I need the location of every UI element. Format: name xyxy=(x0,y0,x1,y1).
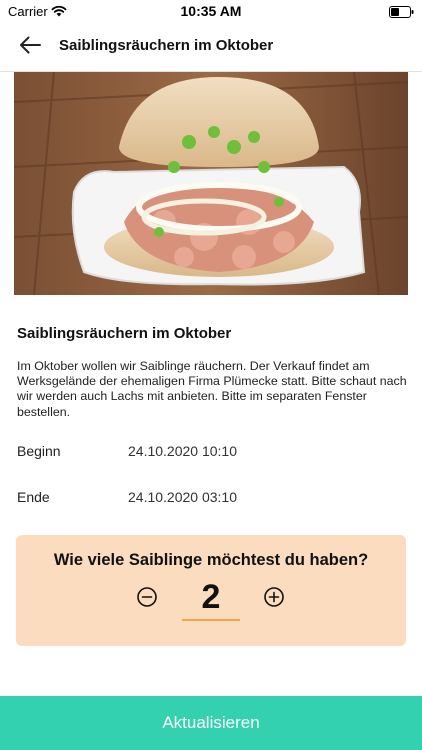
decrease-button[interactable] xyxy=(136,586,158,608)
plus-circle-icon xyxy=(263,587,285,612)
begin-value: 24.10.2020 10:10 xyxy=(128,443,237,459)
quantity-value[interactable]: 2 xyxy=(182,575,240,619)
minus-circle-icon xyxy=(136,587,158,612)
update-button[interactable]: Aktualisieren xyxy=(0,696,422,750)
quantity-question: Wie viele Saiblinge möchtest du haben? xyxy=(53,551,369,569)
event-title: Saiblingsräuchern im Oktober xyxy=(17,325,232,342)
end-value: 24.10.2020 03:10 xyxy=(128,489,237,505)
end-row: Ende 24.10.2020 03:10 xyxy=(17,489,407,509)
event-image xyxy=(14,72,408,295)
status-time: 10:35 AM xyxy=(180,3,242,19)
nav-bar: Saiblingsräuchern im Oktober xyxy=(0,22,422,72)
begin-label: Beginn xyxy=(17,443,61,459)
increase-button[interactable] xyxy=(263,586,285,608)
begin-row: Beginn 24.10.2020 10:10 xyxy=(17,443,407,463)
quantity-card: Wie viele Saiblinge möchtest du haben? 2 xyxy=(16,535,406,646)
back-button[interactable] xyxy=(14,33,46,61)
arrow-left-icon xyxy=(19,36,41,59)
quantity-underline xyxy=(182,619,240,621)
event-description: Im Oktober wollen wir Saiblinge räuchern… xyxy=(17,359,407,419)
end-label: Ende xyxy=(17,489,50,505)
status-bar: Carrier 10:35 AM xyxy=(0,0,422,22)
page-title: Saiblingsräuchern im Oktober xyxy=(59,37,274,54)
battery-icon xyxy=(389,5,414,23)
